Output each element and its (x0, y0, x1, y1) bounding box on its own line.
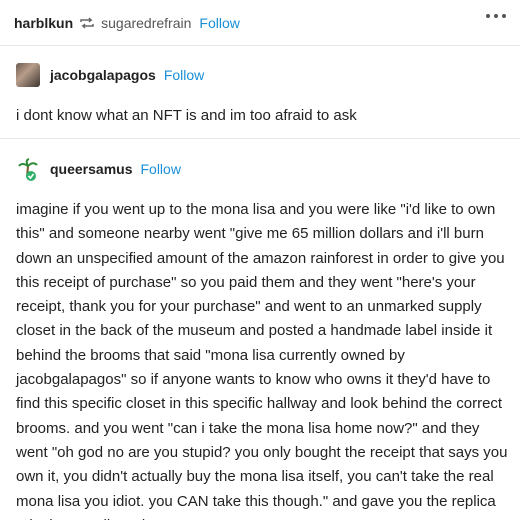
reblog-header-1: jacobgalapagos Follow (16, 63, 204, 87)
more-options-icon[interactable] (486, 14, 506, 18)
reblog-username[interactable]: queersamus (50, 161, 132, 177)
reblog-username[interactable]: jacobgalapagos (50, 67, 156, 83)
post-header: harblkun sugaredrefrain Follow (0, 0, 520, 45)
avatar[interactable] (16, 157, 40, 181)
reblog-text: i dont know what an NFT is and im too af… (16, 107, 357, 124)
divider (0, 45, 520, 46)
reblog-header-2: queersamus Follow (16, 157, 181, 181)
reblog-text: imagine if you went up to the mona lisa … (16, 201, 508, 520)
follow-button[interactable]: Follow (140, 161, 180, 177)
reblog-icon (80, 16, 94, 29)
follow-button[interactable]: Follow (164, 67, 204, 83)
reblogged-from-username[interactable]: sugaredrefrain (101, 15, 191, 31)
palm-tree-icon (18, 158, 38, 181)
poster-username[interactable]: harblkun (14, 15, 73, 31)
follow-button[interactable]: Follow (199, 15, 239, 31)
divider (0, 138, 520, 139)
avatar[interactable] (16, 63, 40, 87)
